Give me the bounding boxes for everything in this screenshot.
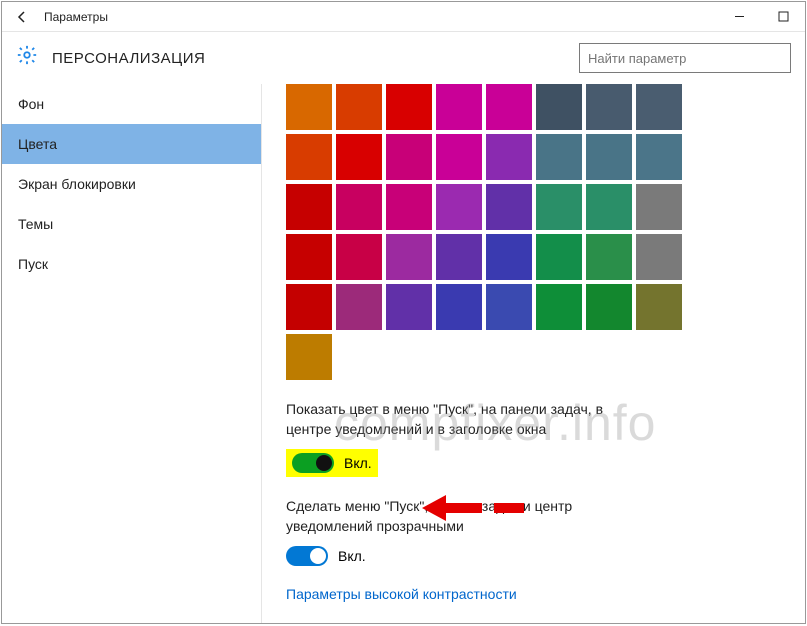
color-swatch-22[interactable] xyxy=(586,184,632,230)
high-contrast-link[interactable]: Параметры высокой контрастности xyxy=(286,586,517,602)
color-swatch-27[interactable] xyxy=(436,234,482,280)
color-swatch-3[interactable] xyxy=(436,84,482,130)
minimize-button[interactable] xyxy=(717,2,761,31)
color-swatch-16[interactable] xyxy=(286,184,332,230)
color-swatch-35[interactable] xyxy=(436,284,482,330)
color-swatch-1[interactable] xyxy=(336,84,382,130)
show-color-state: Вкл. xyxy=(344,455,372,471)
settings-window: Параметры ПЕРСОНАЛИЗАЦИЯ ФонЦветаЭкран б… xyxy=(1,1,806,624)
transparency-toggle[interactable] xyxy=(286,546,328,566)
page-title: ПЕРСОНАЛИЗАЦИЯ xyxy=(52,50,205,67)
color-swatch-23[interactable] xyxy=(636,184,682,230)
show-color-label: Показать цвет в меню "Пуск", на панели з… xyxy=(286,400,646,439)
color-swatch-4[interactable] xyxy=(486,84,532,130)
color-swatch-7[interactable] xyxy=(636,84,682,130)
color-swatch-13[interactable] xyxy=(536,134,582,180)
window-title: Параметры xyxy=(44,10,108,24)
show-color-option: Показать цвет в меню "Пуск", на панели з… xyxy=(286,400,646,477)
gear-icon xyxy=(16,44,38,72)
color-swatch-17[interactable] xyxy=(336,184,382,230)
highlight-annotation: Вкл. xyxy=(286,449,378,477)
settings-header: ПЕРСОНАЛИЗАЦИЯ xyxy=(2,32,805,84)
maximize-button[interactable] xyxy=(761,2,805,31)
titlebar: Параметры xyxy=(2,2,805,32)
color-swatch-14[interactable] xyxy=(586,134,632,180)
sidebar-item-1[interactable]: Цвета xyxy=(2,124,261,164)
color-swatch-9[interactable] xyxy=(336,134,382,180)
color-swatch-21[interactable] xyxy=(536,184,582,230)
color-swatch-38[interactable] xyxy=(586,284,632,330)
color-swatch-5[interactable] xyxy=(536,84,582,130)
color-swatch-31[interactable] xyxy=(636,234,682,280)
color-swatch-19[interactable] xyxy=(436,184,482,230)
color-swatch-18[interactable] xyxy=(386,184,432,230)
color-swatch-2[interactable] xyxy=(386,84,432,130)
search-input[interactable] xyxy=(579,43,791,73)
main-area: ФонЦветаЭкран блокировкиТемыПуск compfix… xyxy=(2,84,805,623)
color-swatch-12[interactable] xyxy=(486,134,532,180)
color-swatch-37[interactable] xyxy=(536,284,582,330)
transparency-state: Вкл. xyxy=(338,548,366,564)
color-swatch-8[interactable] xyxy=(286,134,332,180)
color-swatch-11[interactable] xyxy=(436,134,482,180)
color-swatch-34[interactable] xyxy=(386,284,432,330)
color-swatch-10[interactable] xyxy=(386,134,432,180)
sidebar-item-4[interactable]: Пуск xyxy=(2,244,261,284)
color-swatch-32[interactable] xyxy=(286,284,332,330)
sidebar: ФонЦветаЭкран блокировкиТемыПуск xyxy=(2,84,262,623)
transparency-label: Сделать меню "Пуск", панель задач и цент… xyxy=(286,497,646,536)
color-palette xyxy=(286,84,781,380)
color-swatch-39[interactable] xyxy=(636,284,682,330)
color-swatch-29[interactable] xyxy=(536,234,582,280)
color-swatch-33[interactable] xyxy=(336,284,382,330)
color-swatch-40[interactable] xyxy=(286,334,332,380)
search-box xyxy=(579,43,791,73)
color-swatch-36[interactable] xyxy=(486,284,532,330)
sidebar-item-0[interactable]: Фон xyxy=(2,84,261,124)
content-panel: compfixer.info Показать цвет в меню "Пус… xyxy=(262,84,805,623)
back-button[interactable] xyxy=(10,5,34,29)
color-swatch-0[interactable] xyxy=(286,84,332,130)
sidebar-item-3[interactable]: Темы xyxy=(2,204,261,244)
color-swatch-6[interactable] xyxy=(586,84,632,130)
color-swatch-28[interactable] xyxy=(486,234,532,280)
transparency-option: Сделать меню "Пуск", панель задач и цент… xyxy=(286,497,646,566)
color-swatch-24[interactable] xyxy=(286,234,332,280)
color-swatch-26[interactable] xyxy=(386,234,432,280)
show-color-toggle[interactable] xyxy=(292,453,334,473)
color-swatch-30[interactable] xyxy=(586,234,632,280)
color-swatch-15[interactable] xyxy=(636,134,682,180)
sidebar-item-2[interactable]: Экран блокировки xyxy=(2,164,261,204)
color-swatch-20[interactable] xyxy=(486,184,532,230)
color-swatch-25[interactable] xyxy=(336,234,382,280)
